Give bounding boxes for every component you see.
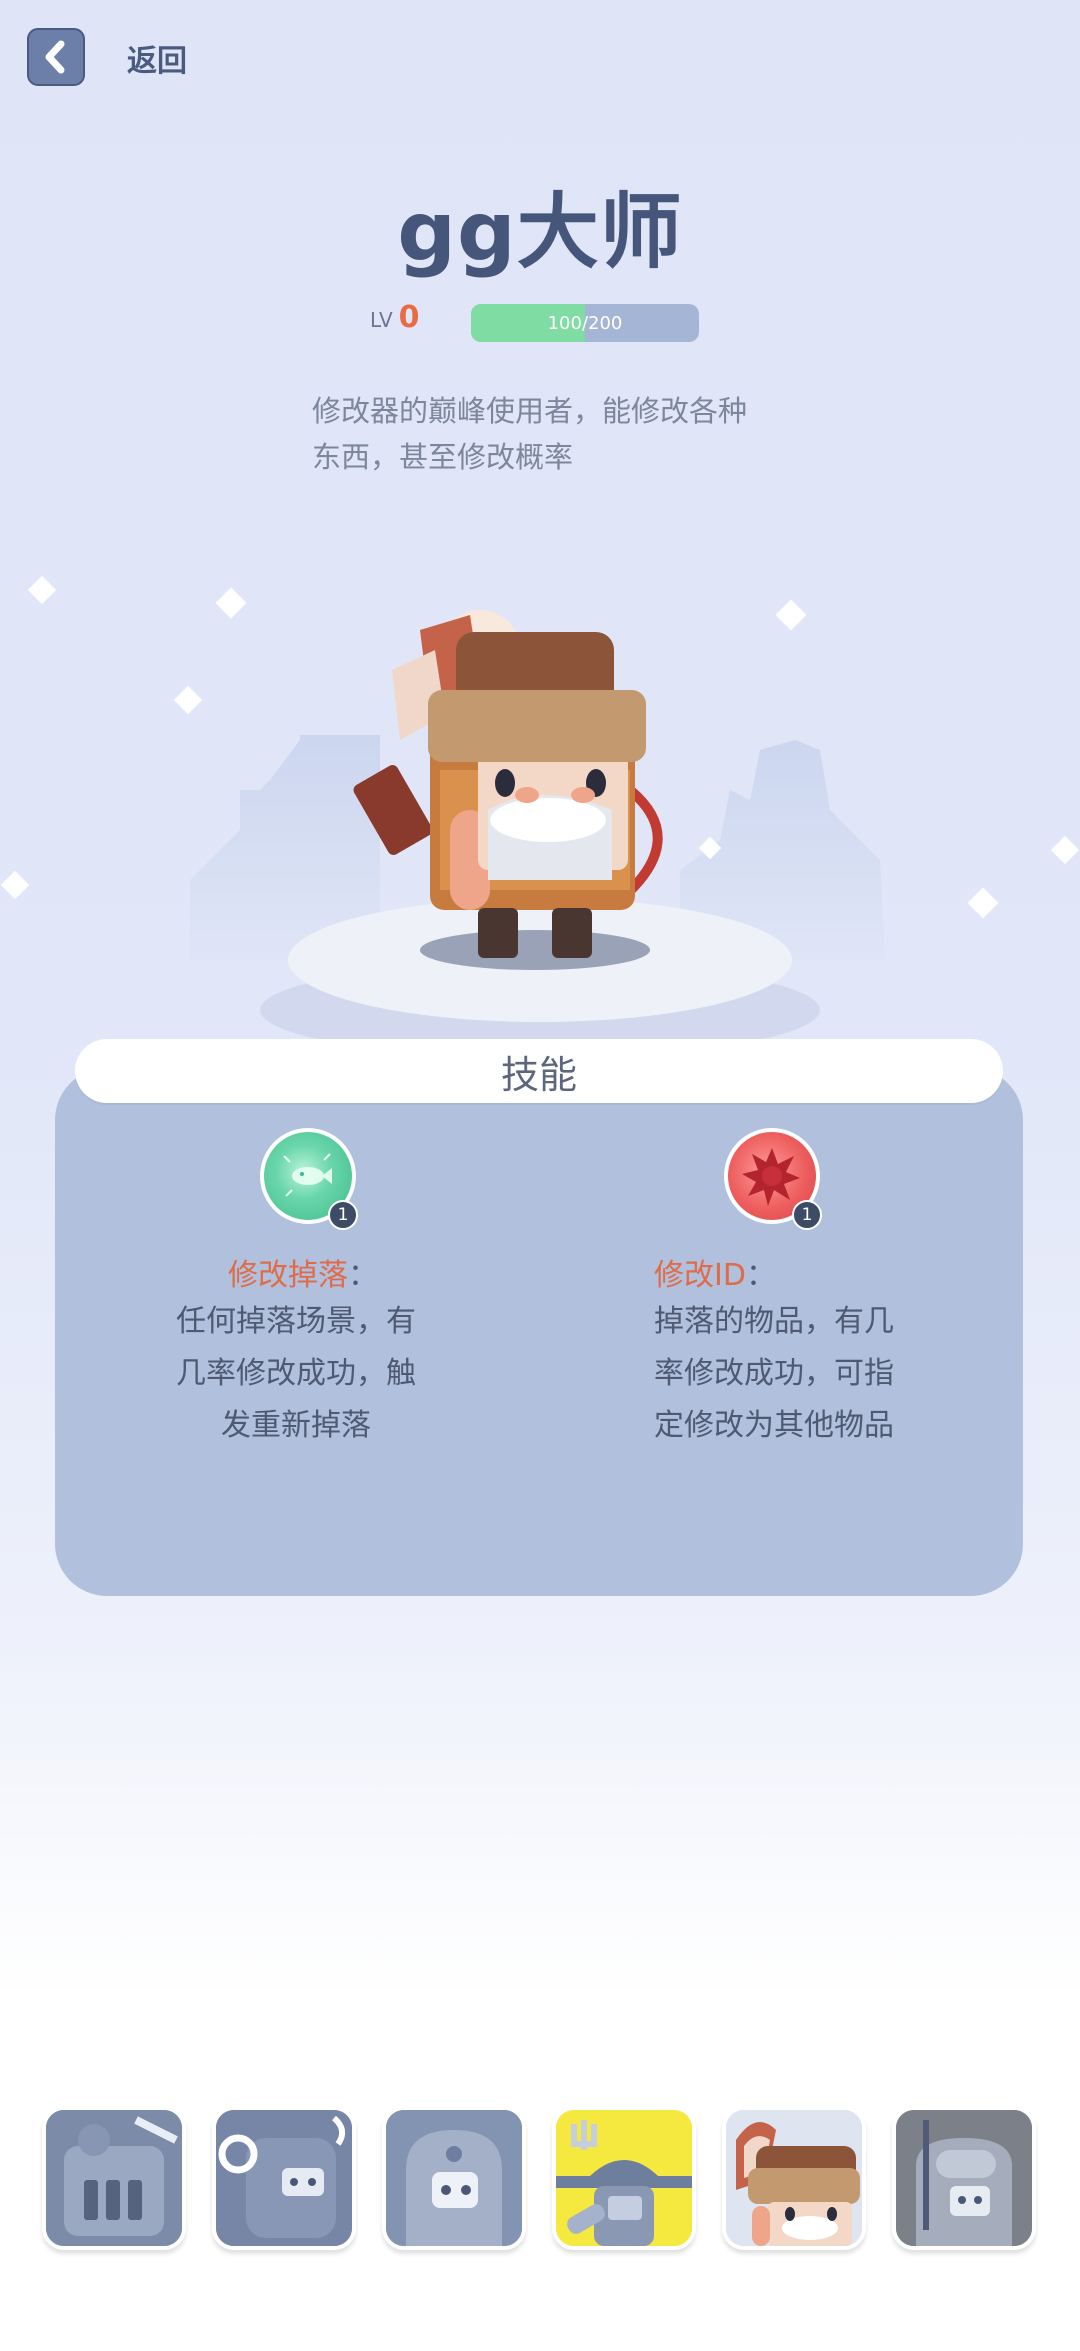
skill-description-line: 几率修改成功，触: [176, 1356, 416, 1391]
skill-name: 修改掉落：: [228, 1250, 378, 1294]
knight-avatar-icon: [46, 2110, 182, 2246]
skill-name-text: 修改掉落: [228, 1258, 348, 1293]
skill-description: 掉落的物品，有几 率修改成功，可指 定修改为其他物品: [654, 1296, 914, 1452]
xp-progress-text: 100/200: [547, 312, 623, 334]
character-card-knight[interactable]: [42, 2106, 186, 2250]
skill-description-line: 率修改成功，可指: [654, 1356, 894, 1391]
skill-description: 任何掉落场景，有 几率修改成功，触 发重新掉落: [176, 1296, 416, 1452]
character-card-cyclops[interactable]: [892, 2106, 1036, 2250]
back-button[interactable]: [27, 28, 85, 86]
skill-level-badge: 1: [792, 1200, 822, 1230]
chevron-left-icon: [45, 40, 65, 74]
skill-name-colon: ：: [745, 1258, 776, 1293]
character-stage: [0, 575, 1080, 1058]
robot-avatar-icon: [216, 2110, 352, 2246]
gg-master-avatar-icon: [726, 2110, 862, 2246]
character-description: 修改器的巅峰使用者，能修改各种 东西，甚至修改概率: [312, 388, 792, 480]
skill-description-line: 掉落的物品，有几: [654, 1304, 894, 1339]
character-selector: [0, 2106, 1080, 2256]
skill-description-line: 定修改为其他物品: [654, 1408, 894, 1443]
character-figure: [428, 632, 646, 958]
skills-title: 技能: [75, 1039, 1003, 1103]
cyclops-avatar-icon: [896, 2110, 1032, 2246]
level-prefix: LV: [370, 308, 393, 332]
character-card-astronaut[interactable]: [382, 2106, 526, 2250]
level-value: 0: [398, 300, 420, 335]
back-label[interactable]: 返回: [127, 36, 187, 80]
character-card-viking[interactable]: [552, 2106, 696, 2250]
skill-name-text: 修改ID: [654, 1258, 746, 1293]
skill-description-line: 发重新掉落: [221, 1408, 371, 1443]
astronaut-avatar-icon: [386, 2110, 522, 2246]
description-line: 修改器的巅峰使用者，能修改各种: [312, 394, 748, 428]
skill-name: 修改ID：: [654, 1250, 776, 1294]
skill-description-line: 任何掉落场景，有: [176, 1304, 416, 1339]
level-indicator: LV 0: [370, 300, 420, 335]
xp-progress-bar: 100/200: [471, 304, 699, 342]
character-card-gg-master[interactable]: [722, 2106, 866, 2250]
viking-avatar-icon: [556, 2110, 692, 2246]
character-card-robot[interactable]: [212, 2106, 356, 2250]
skill-level-badge: 1: [328, 1200, 358, 1230]
character-name: gg大师: [397, 185, 683, 280]
skill-name-colon: ：: [348, 1258, 378, 1293]
description-line: 东西，甚至修改概率: [312, 440, 574, 474]
